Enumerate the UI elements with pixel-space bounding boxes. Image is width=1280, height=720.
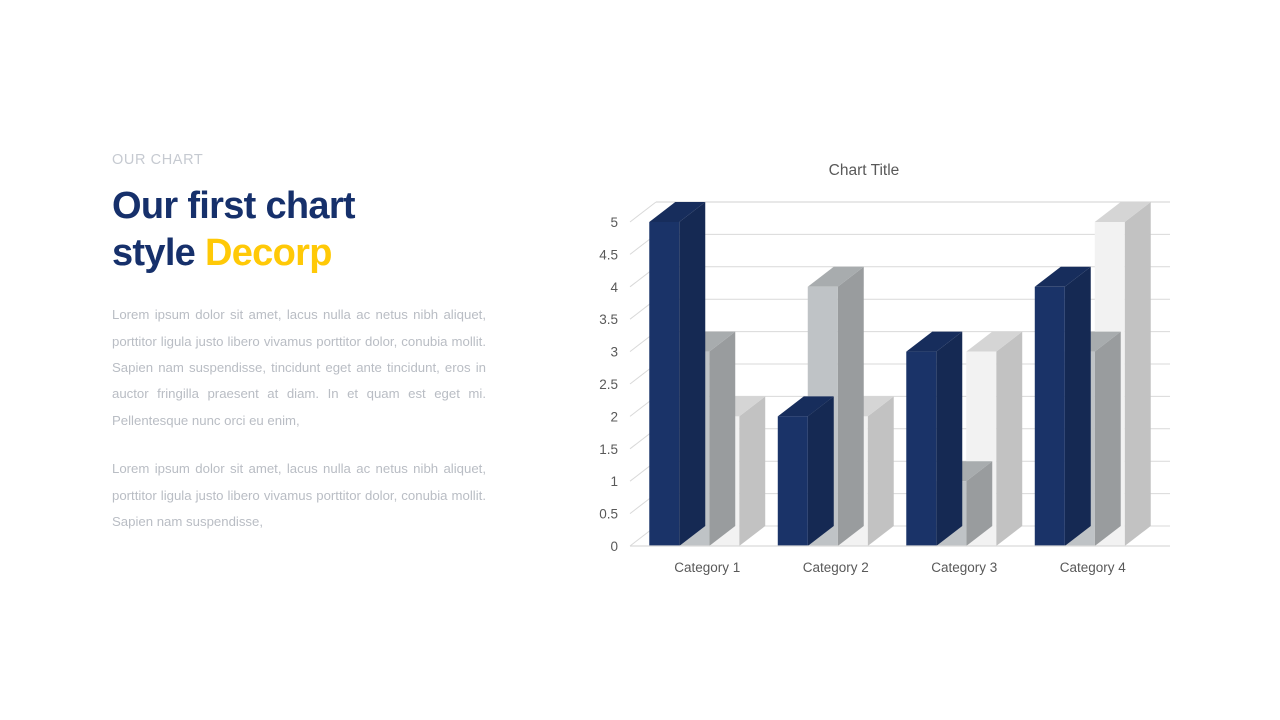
- y-axis-tick-label: 2: [610, 409, 618, 424]
- y-axis-tick-label: 2.5: [599, 377, 618, 392]
- headline-line-2-plain: style: [112, 231, 205, 274]
- bar-1-series-1: [649, 202, 706, 546]
- body-paragraph-1: Lorem ipsum dolor sit amet, lacus nulla …: [112, 307, 486, 428]
- x-axis-category-label: Category 4: [1060, 560, 1127, 575]
- y-axis-tick-label: 0: [610, 539, 618, 554]
- eyebrow-label: OUR CHART: [112, 152, 204, 168]
- y-axis-tick-label: 4.5: [599, 247, 618, 262]
- bar-chart-3d: 5 4.5 4 3.5 3 2.5 2 1.5 1 0.5 0 Category 1 Category …: [599, 201, 1170, 575]
- bar-4-series-1: [1034, 266, 1091, 546]
- body-paragraph-2: Lorem ipsum dolor sit amet, lacus nulla …: [112, 461, 486, 529]
- x-axis-category-label: Category 1: [674, 560, 740, 575]
- x-axis-category-label: Category 3: [931, 560, 997, 575]
- y-axis-tick-label: 1: [610, 474, 618, 489]
- bar-2-series-1: [777, 396, 834, 546]
- y-axis-tick-label: 3: [610, 345, 618, 360]
- x-axis-category-label: Category 2: [803, 560, 869, 575]
- page-title: Our first chart style Decorp: [112, 183, 486, 276]
- y-axis-tick-label: 5: [610, 215, 618, 230]
- headline-line-1: Our first chart: [112, 185, 356, 228]
- text-column: OUR CHART Our first chart style Decorp L…: [112, 152, 486, 535]
- slide-root: OUR CHART Our first chart style Decorp L…: [0, 0, 1280, 720]
- y-axis-tick-label: 1.5: [599, 442, 618, 457]
- y-axis-tick-label: 3.5: [599, 312, 618, 327]
- y-axis-tick-label: 0.5: [599, 507, 618, 522]
- bar-3-series-1: [906, 331, 963, 546]
- chart-container: Chart Title 5 4.5 4 3.5 3 2.5 2 1.5 1 0.5 0 Categor…: [552, 150, 1176, 590]
- y-axis-tick-label: 4: [610, 280, 618, 295]
- headline-accent-word: Decorp: [204, 231, 332, 274]
